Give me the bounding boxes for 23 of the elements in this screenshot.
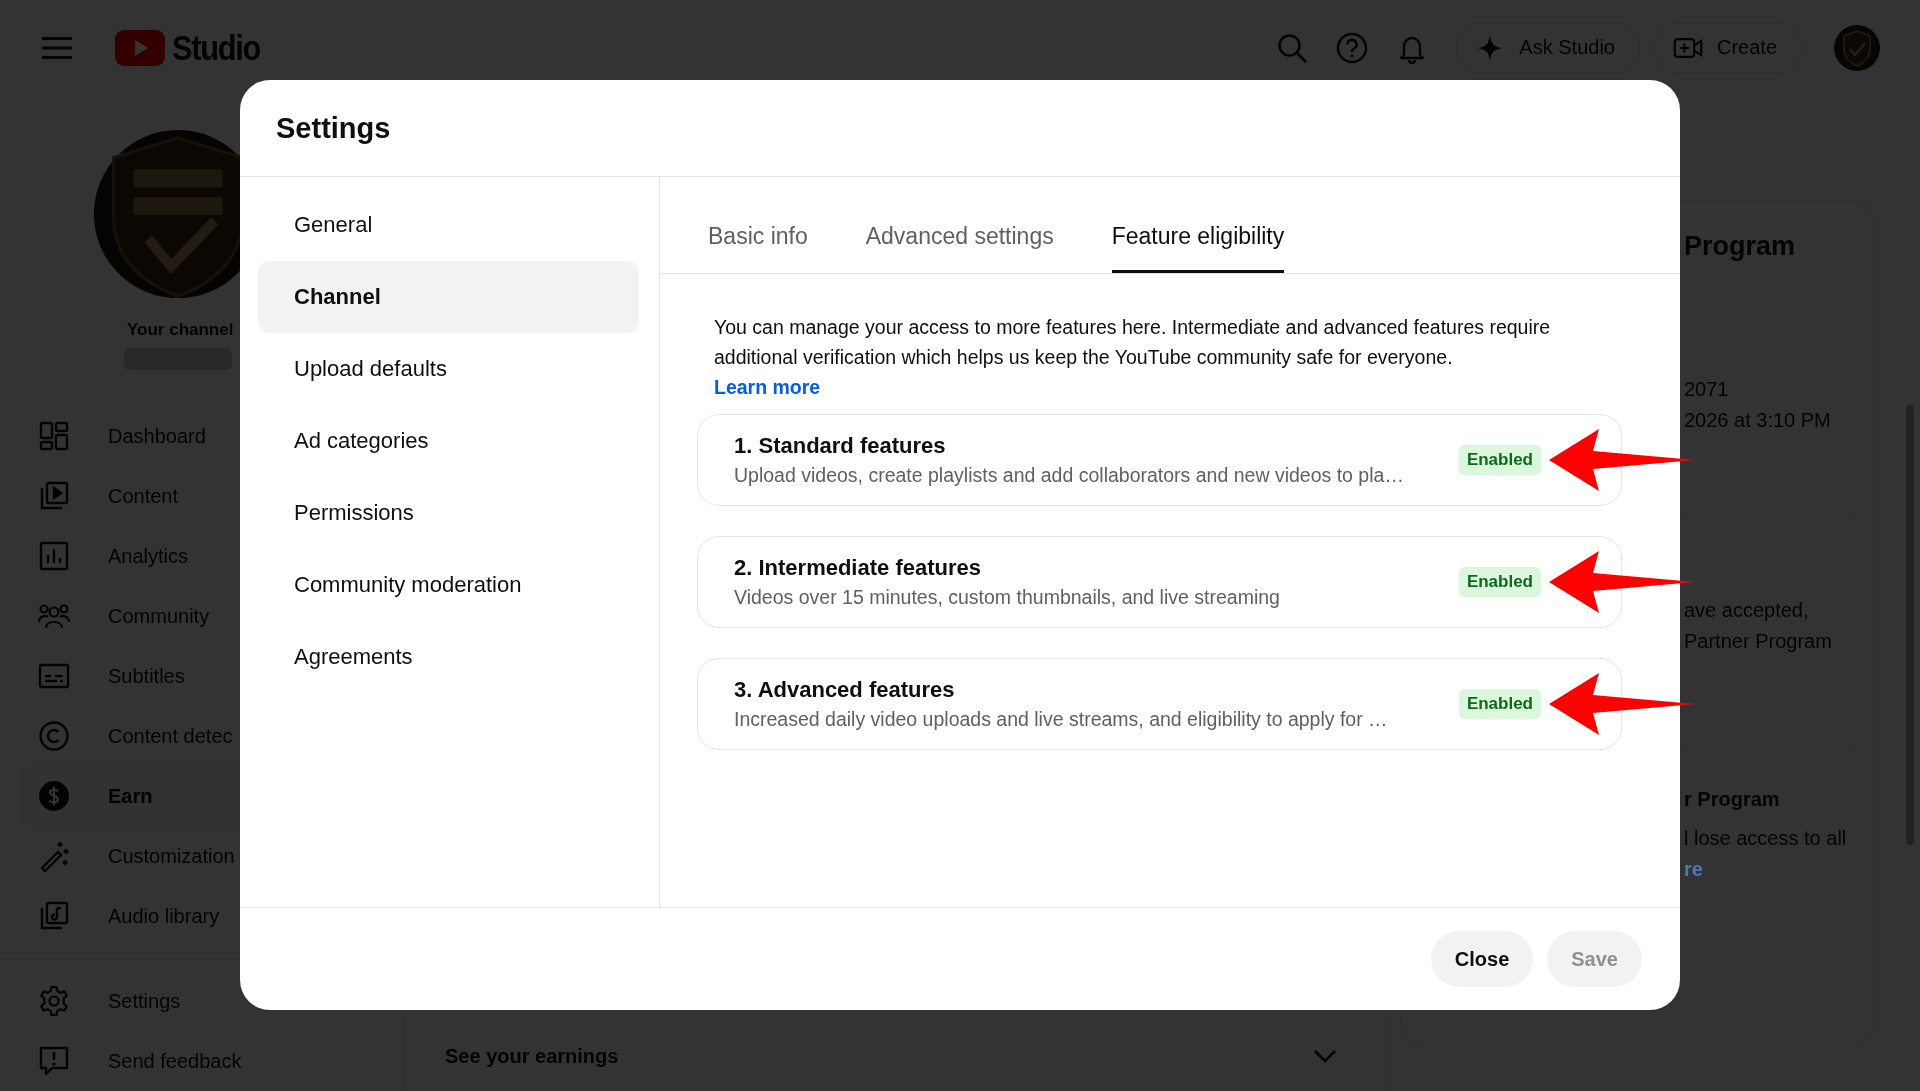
learn-more-link[interactable]: Learn more (714, 376, 821, 398)
settings-nav-item[interactable]: Community moderation (258, 549, 639, 621)
settings-nav-item[interactable]: Ad categories (258, 405, 639, 477)
settings-nav-item[interactable]: Permissions (258, 477, 639, 549)
tab[interactable]: Feature eligibility (1111, 177, 1285, 273)
tab[interactable]: Basic info (708, 177, 808, 273)
feature-title: 1. Standard features (734, 432, 946, 460)
status-badge: Enabled (1458, 445, 1541, 475)
feature-description: Upload videos, create playlists and add collaborators and new videos to pla… (734, 463, 1404, 488)
intro-text: You can manage your access to more features here. Intermediate and advanced features require additional verification which helps us keep the YouTube community safe for everyone. (714, 315, 1552, 370)
settings-nav-item[interactable]: Agreements (258, 621, 639, 693)
dialog-title: Settings (276, 111, 391, 145)
feature-title: 2. Intermediate features (734, 554, 981, 582)
settings-nav-item[interactable]: Upload defaults (258, 333, 639, 405)
feature-description: Increased daily video uploads and live streams, and eligibility to apply for … (734, 707, 1388, 732)
tab[interactable]: Advanced settings (865, 177, 1054, 273)
feature-title: 3. Advanced features (734, 676, 955, 704)
feature-description: Videos over 15 minutes, custom thumbnails, and live streaming (734, 585, 1280, 610)
status-badge: Enabled (1458, 567, 1541, 597)
status-badge: Enabled (1458, 689, 1541, 719)
settings-nav-item[interactable]: Channel (258, 261, 639, 333)
settings-nav-item[interactable]: General (258, 189, 639, 261)
close-button[interactable]: Close (1430, 931, 1534, 987)
